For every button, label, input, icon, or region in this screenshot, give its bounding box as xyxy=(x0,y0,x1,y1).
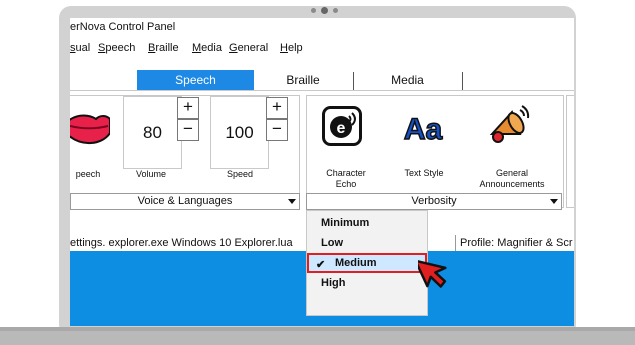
general-announcements-label: General Announcements xyxy=(479,168,545,189)
voice-languages-dropdown[interactable]: Voice & Languages xyxy=(70,193,300,210)
tab-media[interactable]: Media xyxy=(354,70,461,90)
dropdown-label: Voice & Languages xyxy=(137,195,233,207)
menu-visual[interactable]: sual xyxy=(70,42,90,54)
chevron-down-icon xyxy=(550,199,558,204)
menu-item-low[interactable]: Low xyxy=(307,233,427,253)
verbosity-menu: Minimum Low ✔ Medium High xyxy=(306,210,428,316)
camera-dot xyxy=(311,8,316,13)
app-window: erNova Control Panel sual Speech Braille… xyxy=(70,18,574,326)
lips-icon[interactable] xyxy=(70,109,110,149)
menu-help[interactable]: Help xyxy=(280,42,303,54)
status-left: ettings. explorer.exe Windows 10 Explore… xyxy=(70,237,293,249)
svg-text:e: e xyxy=(337,120,346,137)
tab-divider xyxy=(462,72,463,90)
menu-item-high[interactable]: High xyxy=(307,273,427,293)
character-echo-icon[interactable]: e xyxy=(322,106,362,146)
menu-bar: sual Speech Braille Media General Help xyxy=(70,42,574,58)
menu-item-minimum[interactable]: Minimum xyxy=(307,213,427,233)
menu-media[interactable]: Media xyxy=(192,42,222,54)
window-title: erNova Control Panel xyxy=(70,21,176,33)
text-style-label: Text Style xyxy=(404,168,444,178)
speed-label: Speed xyxy=(226,169,254,179)
tab-bar: Speech Braille Media xyxy=(70,70,574,90)
volume-label: Volume xyxy=(135,169,167,179)
tab-speech[interactable]: Speech xyxy=(137,70,254,90)
speed-increase-button[interactable]: + xyxy=(266,97,288,119)
menu-speech[interactable]: Speech xyxy=(98,42,135,54)
text-style-icon[interactable]: Aa xyxy=(399,110,447,144)
verbosity-dropdown[interactable]: Verbosity xyxy=(306,193,562,210)
pointer-cursor-icon xyxy=(418,259,447,288)
tab-underline xyxy=(70,90,574,91)
chevron-down-icon xyxy=(288,199,296,204)
volume-increase-button[interactable]: + xyxy=(177,97,199,119)
camera-icon xyxy=(321,7,328,14)
next-panel-edge xyxy=(566,95,574,208)
laptop-base-lip xyxy=(0,327,635,331)
menu-general[interactable]: General xyxy=(229,42,268,54)
svg-text:Aa: Aa xyxy=(404,113,443,144)
camera-dot xyxy=(333,8,338,13)
dropdown-label: Verbosity xyxy=(411,195,457,207)
character-echo-label: Character Echo xyxy=(326,168,366,189)
menu-item-medium[interactable]: ✔ Medium xyxy=(307,253,427,273)
speed-decrease-button[interactable]: − xyxy=(266,119,288,141)
volume-value[interactable]: 80 xyxy=(123,96,182,169)
speed-value[interactable]: 100 xyxy=(210,96,269,169)
tab-braille[interactable]: Braille xyxy=(254,70,352,90)
volume-decrease-button[interactable]: − xyxy=(177,119,199,141)
menu-braille[interactable]: Braille xyxy=(148,42,179,54)
status-profile: Profile: Magnifier & Scr xyxy=(460,237,573,249)
checkmark-icon: ✔ xyxy=(316,259,326,271)
speech-label: peech xyxy=(75,169,101,179)
status-divider xyxy=(455,235,456,251)
megaphone-icon[interactable] xyxy=(486,104,530,148)
